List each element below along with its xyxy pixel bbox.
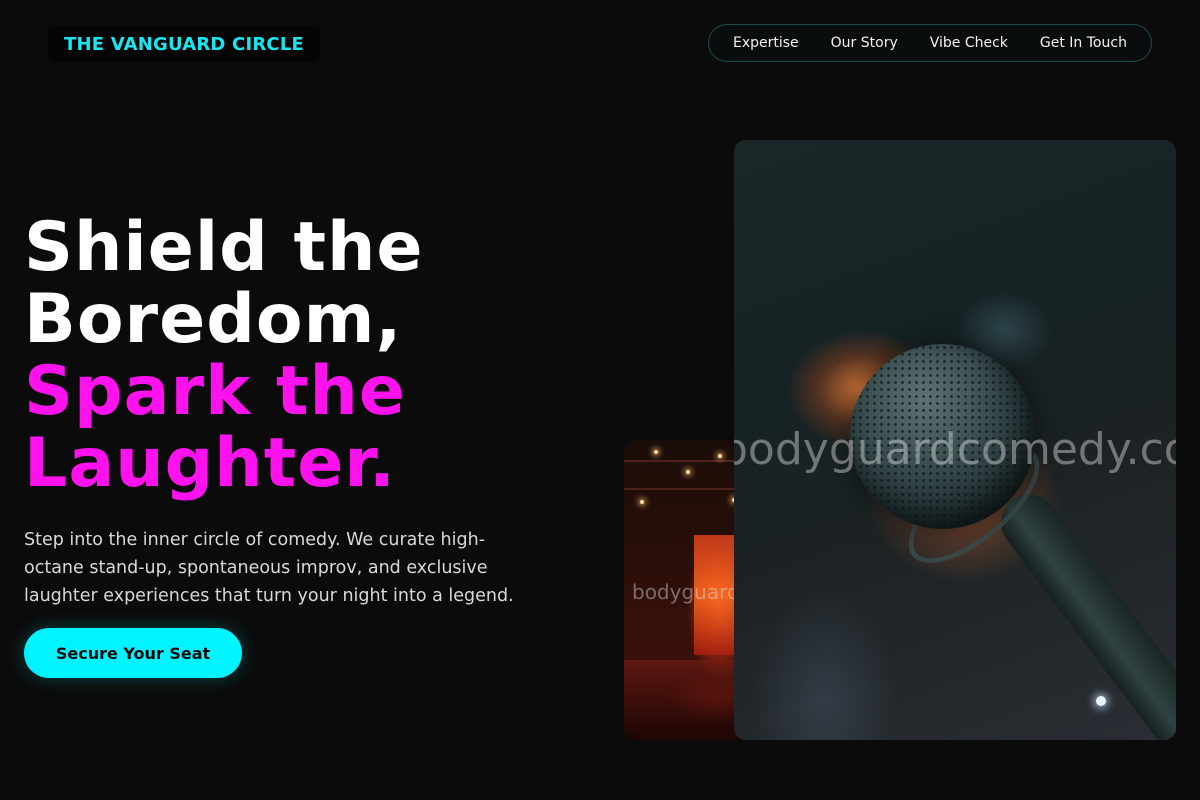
- hero-headline: Shield the Boredom, Spark the Laughter.: [24, 212, 424, 500]
- logo[interactable]: THE VANGUARD CIRCLE: [48, 26, 320, 62]
- microphone-handle: [989, 483, 1176, 740]
- nav-link-our-story[interactable]: Our Story: [831, 35, 898, 51]
- microphone-led: [1096, 696, 1106, 706]
- ceiling-light: [718, 454, 722, 458]
- secure-seat-button[interactable]: Secure Your Seat: [24, 628, 242, 678]
- nav-link-vibe-check[interactable]: Vibe Check: [930, 35, 1008, 51]
- ceiling-light: [686, 470, 690, 474]
- headline-line-4: Laughter.: [24, 424, 397, 503]
- main-nav: Expertise Our Story Vibe Check Get In To…: [708, 24, 1152, 62]
- hero-subtext: Step into the inner circle of comedy. We…: [24, 530, 514, 606]
- headline-line-2: Boredom,: [24, 280, 403, 359]
- microphone-image: bodyguardcomedy.com: [734, 140, 1176, 740]
- ceiling-light: [654, 450, 658, 454]
- headline-line-1: Shield the: [24, 208, 424, 287]
- ceiling-light: [640, 500, 644, 504]
- nav-link-expertise[interactable]: Expertise: [733, 35, 799, 51]
- nav-link-get-in-touch[interactable]: Get In Touch: [1040, 35, 1127, 51]
- page: THE VANGUARD CIRCLE Expertise Our Story …: [0, 0, 1200, 800]
- headline-line-3: Spark the: [24, 352, 407, 431]
- image-watermark: bodyguardcomedy.com: [734, 424, 1176, 475]
